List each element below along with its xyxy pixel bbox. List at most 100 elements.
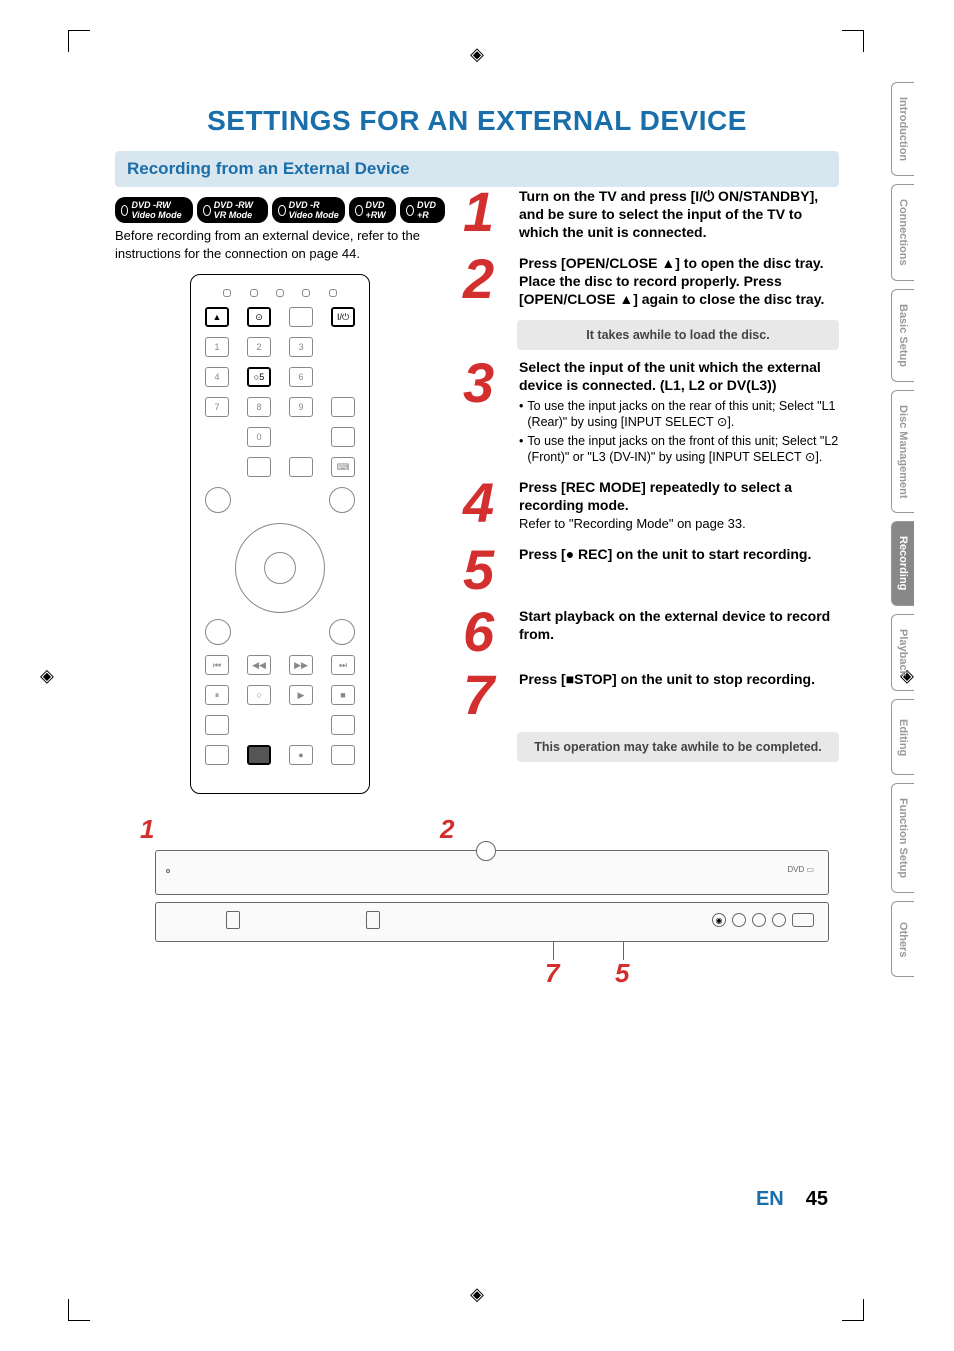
step-3: 3 Select the input of the unit which the… [463, 358, 839, 465]
remote-indicator [276, 289, 284, 297]
remote-indicator [250, 289, 258, 297]
crop-corner [842, 30, 864, 52]
step-number: 5 [463, 545, 509, 595]
chapter-tabs: Introduction Connections Basic Setup Dis… [891, 82, 914, 977]
page-number: 45 [806, 1188, 828, 1210]
step-text: Press [OPEN/CLOSE ▲] to open the disc tr… [519, 254, 839, 309]
tab-disc-management: Disc Management [891, 390, 914, 514]
rec-mode-button-icon [247, 745, 271, 765]
step-6: 6 Start playback on the external device … [463, 607, 839, 657]
step-2: 2 Press [OPEN/CLOSE ▲] to open the disc … [463, 254, 839, 309]
remote-button [247, 457, 271, 477]
step-number: 7 [463, 670, 509, 720]
remote-button: ● [289, 745, 313, 765]
front-button-icon [732, 913, 746, 927]
step-1: 1 Turn on the TV and press [I/⏻ ON/STAND… [463, 187, 839, 242]
power-button-icon: I/⏻ [331, 307, 355, 327]
callout-line [553, 942, 554, 960]
remote-button [289, 307, 313, 327]
remote-button: 4 [205, 367, 229, 387]
remote-button [331, 715, 355, 735]
front-button-icon: ◉ [712, 913, 726, 927]
remote-button: ⌨ [331, 457, 355, 477]
tab-introduction: Introduction [891, 82, 914, 176]
eject-button-icon [476, 841, 496, 861]
step-5: 5 Press [● REC] on the unit to start rec… [463, 545, 839, 595]
unit-bottom-illustration: ◉ [155, 902, 829, 942]
unit-top-illustration: DVD ▭ [155, 850, 829, 895]
page-title: SETTINGS FOR AN EXTERNAL DEVICE [115, 105, 839, 137]
remote-button [329, 487, 355, 513]
remote-button [331, 427, 355, 447]
remote-button: 3 [289, 337, 313, 357]
remote-indicator [223, 289, 231, 297]
crop-corner [68, 30, 90, 52]
diagram-callout-1: 1 [140, 814, 154, 845]
page-footer: EN45 [756, 1188, 828, 1211]
step-text: Press [● REC] on the unit to start recor… [519, 545, 839, 563]
note-box: This operation may take awhile to be com… [517, 732, 839, 762]
remote-button [205, 745, 229, 765]
tab-editing: Editing [891, 699, 914, 775]
remote-button: 9 [289, 397, 313, 417]
rewind-icon: ◀◀ [247, 655, 271, 675]
remote-button: 0 [247, 427, 271, 447]
page-content: SETTINGS FOR AN EXTERNAL DEVICE Recordin… [115, 95, 839, 1231]
step-text: Start playback on the external device to… [519, 607, 839, 643]
remote-button [289, 457, 313, 477]
dvd-badge: DVD -RW VR Mode [197, 197, 268, 223]
registration-mark-bottom: ◈ [470, 1284, 484, 1305]
remote-button [205, 619, 231, 645]
tab-others: Others [891, 901, 914, 977]
remote-button: 6 [289, 367, 313, 387]
device-diagram: 1 2 DVD ▭ ◉ 7 5 [115, 818, 839, 1008]
remote-button [331, 397, 355, 417]
manual-page: ◈ ◈ ◈ ◈ Introduction Connections Basic S… [0, 0, 954, 1351]
tab-recording: Recording [891, 521, 914, 605]
tab-basic-setup: Basic Setup [891, 289, 914, 382]
step-text: Press [REC MODE] repeatedly to select a … [519, 478, 839, 514]
tab-connections: Connections [891, 184, 914, 281]
stop-icon: ■ [331, 685, 355, 705]
note-box: It takes awhile to load the disc. [517, 320, 839, 350]
dvd-label-icon: DVD ▭ [787, 865, 814, 874]
remote-button: 7 [205, 397, 229, 417]
remote-button [329, 619, 355, 645]
front-button-icon [792, 913, 814, 927]
remote-indicator [302, 289, 310, 297]
remote-button: 8 [247, 397, 271, 417]
remote-button [205, 715, 229, 735]
open-close-button-icon: ▲ [205, 307, 229, 327]
step-4: 4 Press [REC MODE] repeatedly to select … [463, 478, 839, 533]
dpad-icon [235, 523, 325, 613]
front-button-icon [752, 913, 766, 927]
skip-fwd-icon: ⏭ [331, 655, 355, 675]
steps-list: 1 Turn on the TV and press [I/⏻ ON/STAND… [463, 187, 839, 794]
step-text: Select the input of the unit which the e… [519, 358, 839, 394]
power-dot-icon [166, 869, 170, 873]
remote-button [331, 745, 355, 765]
remote-illustration: ▲ ⊙ I/⏻ 123 4○56 789 0 ⌨ ⏮◀◀▶▶⏭ ⏸○▶■ [190, 274, 370, 794]
registration-mark-left: ◈ [40, 665, 54, 686]
step-text: Turn on the TV and press [I/⏻ ON/STANDBY… [519, 187, 839, 242]
front-jack-icon [366, 911, 380, 929]
step-text: Press [■STOP] on the unit to stop record… [519, 670, 839, 688]
dvd-badge: DVD +RW [349, 197, 396, 223]
dvd-badge: DVD -RW Video Mode [115, 197, 193, 223]
step-bullet: To use the input jacks on the rear of th… [519, 398, 839, 431]
remote-button [205, 487, 231, 513]
crop-corner [842, 1299, 864, 1321]
dvd-badge: DVD -R Video Mode [272, 197, 345, 223]
step-number: 2 [463, 254, 509, 309]
diagram-callout-7: 7 [545, 958, 559, 989]
tab-playback: Playback [891, 614, 914, 692]
dvd-badges: DVD -RW Video Mode DVD -RW VR Mode DVD -… [115, 197, 445, 223]
step-subtext: Refer to "Recording Mode" on page 33. [519, 516, 839, 533]
remote-button: ○ [247, 685, 271, 705]
front-jack-icon [226, 911, 240, 929]
step-number: 6 [463, 607, 509, 657]
remote-button: 2 [247, 337, 271, 357]
tab-function-setup: Function Setup [891, 783, 914, 893]
crop-corner [68, 1299, 90, 1321]
input-select-button-icon: ⊙ [247, 307, 271, 327]
